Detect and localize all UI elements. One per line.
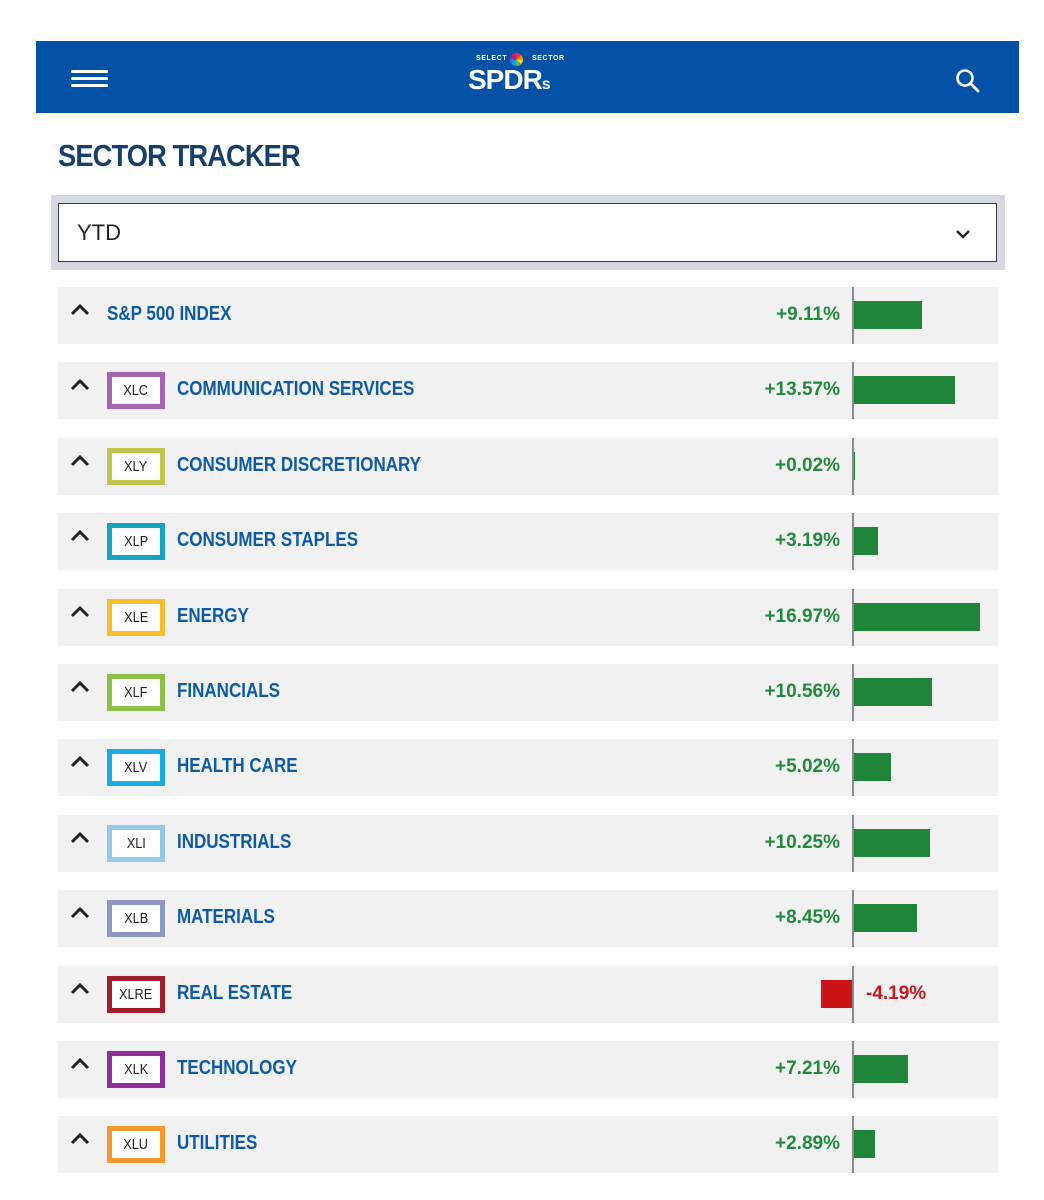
sector-row[interactable]: S&P 500 INDEX +9.11% bbox=[58, 287, 998, 344]
ticker-badge: XLC bbox=[107, 372, 165, 410]
top-nav-bar: SELECT SECTOR SPDRs bbox=[36, 41, 1019, 113]
sector-name-link[interactable]: UTILITIES bbox=[177, 1132, 257, 1155]
logo-spdr-text: SPDR bbox=[468, 64, 543, 95]
chevron-up-icon[interactable] bbox=[70, 754, 90, 770]
sector-row[interactable]: XLB MATERIALS +8.45% bbox=[58, 890, 998, 948]
performance-bar bbox=[854, 376, 955, 405]
percent-change: +5.02% bbox=[775, 756, 840, 778]
chevron-down-icon bbox=[956, 230, 970, 239]
sector-name-link[interactable]: MATERIALS bbox=[177, 906, 275, 929]
chevron-up-icon[interactable] bbox=[70, 528, 90, 544]
logo-suffix-text: s bbox=[541, 76, 551, 93]
sector-name-link[interactable]: TECHNOLOGY bbox=[177, 1057, 297, 1080]
sector-row[interactable]: XLY CONSUMER DISCRETIONARY +0.02% bbox=[58, 437, 998, 495]
chevron-up-icon[interactable] bbox=[70, 981, 90, 997]
sector-name-link[interactable]: HEALTH CARE bbox=[177, 755, 298, 778]
percent-change: +2.89% bbox=[775, 1133, 840, 1155]
sector-row[interactable]: XLE ENERGY +16.97% bbox=[58, 588, 998, 646]
chevron-up-icon[interactable] bbox=[70, 905, 90, 921]
ticker-badge: XLI bbox=[107, 824, 165, 862]
sector-row[interactable]: XLI INDUSTRIALS +10.25% bbox=[58, 814, 998, 872]
sector-name-link[interactable]: CONSUMER DISCRETIONARY bbox=[177, 454, 421, 477]
percent-change: +13.57% bbox=[764, 379, 840, 401]
sector-name-link[interactable]: ENERGY bbox=[177, 605, 249, 628]
ticker-symbol: XLF bbox=[124, 683, 148, 701]
sector-name-link[interactable]: COMMUNICATION SERVICES bbox=[177, 378, 414, 401]
sector-row[interactable]: XLP CONSUMER STAPLES +3.19% bbox=[58, 513, 998, 571]
percent-change: +16.97% bbox=[764, 605, 840, 627]
sector-name-link[interactable]: FINANCIALS bbox=[177, 680, 280, 703]
ticker-badge: XLK bbox=[107, 1050, 165, 1088]
page-title: SECTOR TRACKER bbox=[58, 138, 301, 173]
sector-row[interactable]: XLF FINANCIALS +10.56% bbox=[58, 663, 998, 721]
ticker-badge: XLB bbox=[107, 900, 165, 938]
chevron-up-icon[interactable] bbox=[70, 1056, 90, 1072]
ticker-symbol: XLP bbox=[123, 533, 149, 551]
ticker-badge: XLE bbox=[107, 598, 165, 636]
performance-bar bbox=[854, 527, 878, 556]
percent-change: +9.11% bbox=[776, 304, 840, 325]
period-select-value: YTD bbox=[77, 220, 121, 245]
ticker-badge: XLV bbox=[107, 749, 165, 787]
ticker-badge: XLF bbox=[107, 673, 165, 711]
period-select-wrapper: YTD bbox=[51, 195, 1005, 270]
performance-bar bbox=[854, 602, 981, 631]
search-icon[interactable] bbox=[955, 68, 981, 94]
performance-bar bbox=[854, 904, 917, 933]
sector-row[interactable]: XLC COMMUNICATION SERVICES +13.57% bbox=[58, 362, 998, 420]
percent-change: +10.56% bbox=[764, 680, 840, 702]
ticker-symbol: XLI bbox=[126, 834, 146, 852]
sector-name-link[interactable]: S&P 500 INDEX bbox=[107, 303, 231, 326]
ticker-symbol: XLC bbox=[123, 382, 149, 400]
logo-select-text: SELECT bbox=[476, 55, 508, 62]
chevron-up-icon[interactable] bbox=[70, 830, 90, 846]
percent-change: -4.19% bbox=[866, 982, 927, 1004]
ticker-badge: XLU bbox=[107, 1126, 165, 1164]
ticker-symbol: XLU bbox=[123, 1136, 149, 1154]
performance-bar bbox=[820, 979, 852, 1008]
ticker-badge: XLP bbox=[107, 523, 165, 561]
chevron-up-icon[interactable] bbox=[70, 604, 90, 620]
logo-sector-text: SECTOR bbox=[532, 55, 565, 62]
period-select[interactable]: YTD bbox=[58, 203, 997, 262]
sector-row[interactable]: XLRE REAL ESTATE -4.19% bbox=[58, 965, 998, 1023]
sector-name-link[interactable]: INDUSTRIALS bbox=[177, 831, 291, 854]
hamburger-menu-icon[interactable] bbox=[71, 70, 108, 88]
ticker-symbol: XLV bbox=[124, 759, 148, 777]
chevron-up-icon[interactable] bbox=[70, 377, 90, 393]
ticker-symbol: XLE bbox=[123, 608, 149, 626]
chevron-up-icon[interactable] bbox=[70, 302, 90, 318]
performance-bar bbox=[854, 1054, 908, 1083]
ticker-symbol: XLY bbox=[124, 457, 148, 475]
performance-bar bbox=[854, 677, 933, 706]
percent-change: +8.45% bbox=[775, 907, 840, 929]
percent-change: +3.19% bbox=[775, 530, 840, 552]
sector-row[interactable]: XLV HEALTH CARE +5.02% bbox=[58, 739, 998, 797]
percent-change: +10.25% bbox=[764, 831, 840, 853]
performance-bar bbox=[854, 828, 931, 857]
sector-name-link[interactable]: CONSUMER STAPLES bbox=[177, 529, 358, 552]
ticker-symbol: XLK bbox=[123, 1060, 149, 1078]
sector-row[interactable]: XLK TECHNOLOGY +7.21% bbox=[58, 1040, 998, 1098]
chevron-up-icon[interactable] bbox=[70, 1131, 90, 1147]
select-sector-spdrs-logo[interactable]: SELECT SECTOR SPDRs bbox=[466, 53, 590, 101]
ticker-badge: XLY bbox=[107, 447, 165, 485]
ticker-badge: XLRE bbox=[107, 975, 165, 1013]
sector-row[interactable]: XLU UTILITIES +2.89% bbox=[58, 1116, 998, 1174]
chevron-up-icon[interactable] bbox=[70, 679, 90, 695]
chevron-up-icon[interactable] bbox=[70, 453, 90, 469]
sector-list: S&P 500 INDEX +9.11% XLC COMMUNICATION SERV… bbox=[58, 287, 998, 1192]
percent-change: +7.21% bbox=[775, 1057, 840, 1079]
performance-bar bbox=[854, 753, 892, 782]
zero-axis-line bbox=[852, 965, 854, 1023]
ticker-symbol: XLB bbox=[123, 910, 149, 928]
percent-change: +0.02% bbox=[775, 454, 840, 476]
sector-name-link[interactable]: REAL ESTATE bbox=[177, 982, 292, 1005]
performance-bar bbox=[854, 301, 922, 329]
ticker-symbol: XLRE bbox=[119, 985, 153, 1003]
performance-bar bbox=[854, 1130, 876, 1159]
